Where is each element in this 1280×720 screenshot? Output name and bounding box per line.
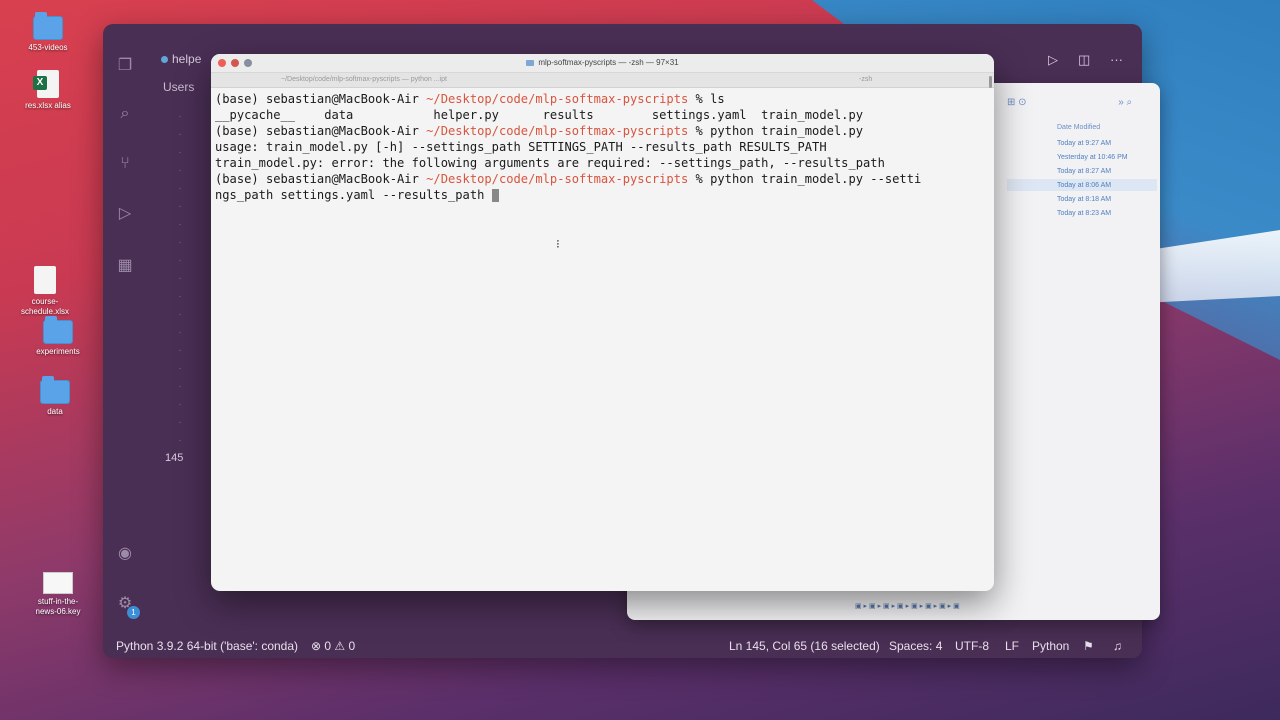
terminal-line: (base) sebastian@MacBook-Air ~/Desktop/c… — [215, 172, 922, 186]
split-editor-icon[interactable]: ◫ — [1078, 52, 1090, 68]
xlsx-file-icon — [33, 70, 59, 98]
encoding-status[interactable]: UTF-8 — [955, 639, 989, 653]
finder-toolbar: ⊞ ⊙ » ⌕ — [1007, 97, 1133, 108]
explorer-icon[interactable]: ❐ — [115, 56, 135, 76]
terminal-tab-bar: ~/Desktop/code/mlp-softmax-pyscripts — p… — [211, 73, 994, 88]
terminal-tab-1[interactable]: ~/Desktop/code/mlp-softmax-pyscripts — p… — [281, 76, 447, 83]
terminal-output[interactable]: (base) sebastian@MacBook-Air ~/Desktop/c… — [211, 88, 994, 206]
folder-icon — [40, 376, 70, 404]
editor-tab-label: helpe — [172, 52, 202, 66]
date-cell: Today at 8:23 AM — [1057, 210, 1112, 217]
indentation-status[interactable]: Spaces: 4 — [889, 639, 942, 653]
terminal-line: ngs_path settings.yaml --results_path — [215, 187, 990, 203]
line-number-gutter: · · · · · · · · · · · · · · · · · · · — [178, 111, 182, 446]
date-cell: Yesterday at 10:46 PM — [1057, 154, 1128, 161]
editor-tab[interactable]: helpe — [161, 52, 201, 66]
terminal-title: mlp-softmax-pyscripts — -zsh — 97×31 — [211, 58, 994, 67]
path-bar: ▣ ▸ ▣ ▸ ▣ ▸ ▣ ▸ ▣ ▸ ▣ ▸ ▣ ▸ ▣ — [855, 603, 960, 610]
desktop-icon-label: res.xlsx alias — [25, 101, 71, 110]
terminal-line: train_model.py: error: the following arg… — [215, 156, 885, 170]
extensions-icon[interactable]: ▦ — [115, 256, 135, 276]
notification-badge: 1 — [127, 606, 140, 619]
folder-icon — [43, 316, 73, 344]
terminal-line: (base) sebastian@MacBook-Air ~/Desktop/c… — [215, 92, 725, 106]
terminal-line: usage: train_model.py [-h] --settings_pa… — [215, 140, 827, 154]
ibeam-cursor-icon: ⁝ — [556, 237, 560, 251]
date-cell: Today at 8:18 AM — [1057, 196, 1112, 203]
eol-status[interactable]: LF — [1005, 639, 1019, 653]
activity-bar: ❐ ⌕ ⑂ ▷ ▦ ◉ ⚙ 1 — [103, 24, 147, 632]
desktop-icon-experiments[interactable]: experiments — [18, 316, 98, 357]
source-control-icon[interactable]: ⑂ — [115, 154, 135, 174]
folder-icon — [33, 12, 63, 40]
feedback-icon[interactable]: ⚑ — [1083, 639, 1094, 653]
column-header[interactable]: Date Modified — [1057, 121, 1157, 135]
status-bar: Python 3.9.2 64-bit ('base': conda) ⊗ 0 … — [103, 632, 1142, 658]
problems-status[interactable]: ⊗ 0 ⚠ 0 — [311, 639, 355, 653]
current-line-number: 145 — [165, 452, 184, 464]
terminal-line: __pycache__ data helper.py results setti… — [215, 108, 864, 122]
desktop-icon-data[interactable]: data — [15, 376, 95, 417]
keynote-file-icon — [43, 572, 73, 594]
run-icon[interactable]: ▷ — [1048, 52, 1058, 68]
desktop-icon-course-schedule[interactable]: course- schedule.xlsx — [5, 266, 85, 317]
desktop-icon-label: 453-videos — [28, 43, 68, 52]
desktop-icon-label: experiments — [36, 347, 80, 356]
language-status[interactable]: Python — [1032, 639, 1069, 653]
scrollbar[interactable] — [989, 76, 992, 88]
date-cell: Today at 8:06 AM — [1057, 182, 1112, 189]
interpreter-status[interactable]: Python 3.9.2 64-bit ('base': conda) — [116, 639, 298, 653]
more-actions-icon[interactable]: ··· — [1110, 52, 1123, 67]
cursor-position-status[interactable]: Ln 145, Col 65 (16 selected) — [729, 639, 880, 653]
python-file-icon — [161, 56, 168, 63]
terminal-tab-2[interactable]: -zsh — [859, 76, 872, 83]
text-cursor — [491, 189, 499, 202]
terminal-titlebar: mlp-softmax-pyscripts — -zsh — 97×31 — [211, 54, 994, 73]
bell-icon[interactable]: ♫ — [1113, 639, 1122, 653]
desktop-icon-res-xlsx[interactable]: res.xlsx alias — [8, 70, 88, 111]
desktop-icon-label: stuff-in-the- news-06.key — [35, 597, 81, 616]
folder-icon — [526, 59, 535, 66]
date-modified-column: Date Modified Today at 9:27 AM Yesterday… — [1057, 121, 1157, 221]
terminal-line: (base) sebastian@MacBook-Air ~/Desktop/c… — [215, 124, 864, 138]
document-icon — [34, 266, 56, 294]
desktop-icon-label: course- schedule.xlsx — [20, 297, 70, 316]
desktop-icon-stuff-in-the-news[interactable]: stuff-in-the- news-06.key — [18, 572, 98, 617]
search-icon[interactable]: ⌕ — [115, 104, 135, 124]
desktop-icon-label: data — [47, 407, 63, 416]
run-debug-icon[interactable]: ▷ — [115, 204, 135, 224]
date-cell: Today at 9:27 AM — [1057, 140, 1112, 147]
explorer-label: Users — [163, 80, 195, 94]
date-cell: Today at 8:27 AM — [1057, 168, 1112, 175]
terminal-window: mlp-softmax-pyscripts — -zsh — 97×31 ~/D… — [211, 54, 994, 591]
account-icon[interactable]: ◉ — [115, 544, 135, 564]
desktop-icon-453-videos[interactable]: 453-videos — [8, 12, 88, 53]
terminal-title-text: mlp-softmax-pyscripts — -zsh — 97×31 — [538, 58, 679, 67]
